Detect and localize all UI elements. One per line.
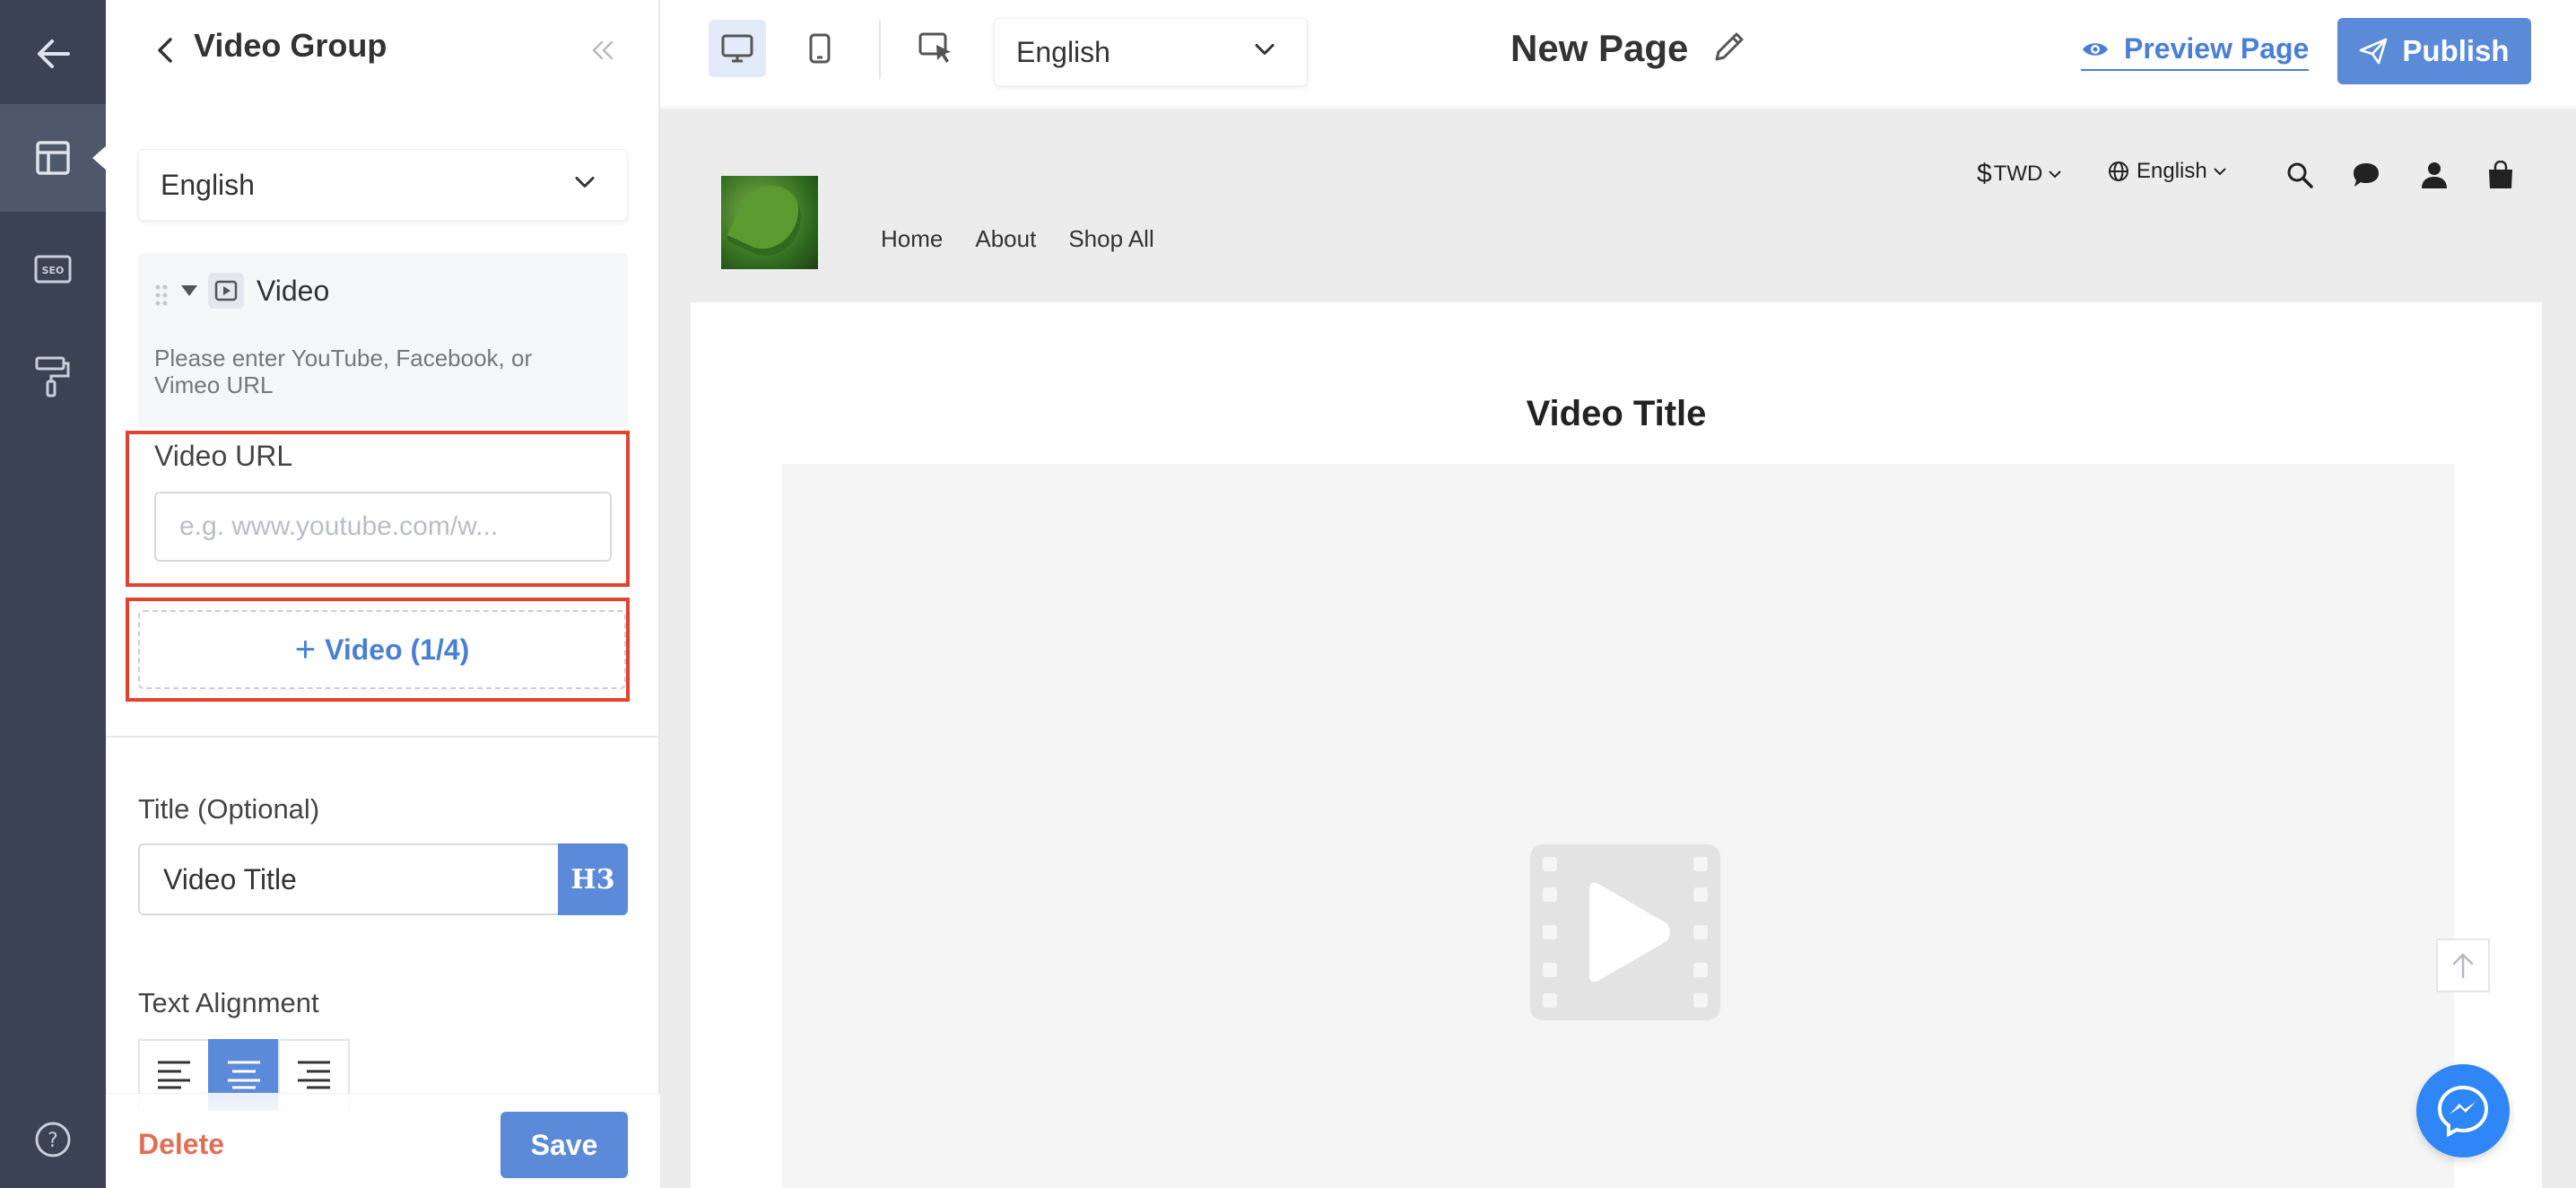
preview-page-link[interactable]: Preview Page bbox=[2081, 32, 2310, 71]
back-arrow-icon[interactable] bbox=[0, 0, 106, 108]
chevron-down-icon bbox=[575, 177, 595, 194]
sidebar-footer: Delete Save bbox=[106, 1093, 660, 1188]
chevron-down-icon bbox=[2049, 170, 2062, 179]
shopping-bag-icon[interactable] bbox=[2481, 155, 2520, 195]
site-language-select[interactable]: English bbox=[2108, 159, 2227, 184]
section-divider bbox=[106, 736, 660, 738]
topbar-language-select[interactable]: English bbox=[994, 18, 1308, 86]
editor-topbar: English New Page Preview Page Publish bbox=[660, 0, 2576, 108]
publish-label: Publish bbox=[2402, 34, 2510, 67]
chevron-down-icon bbox=[2214, 168, 2226, 176]
seo-icon-label: SEO bbox=[42, 265, 65, 276]
video-url-label: Video URL bbox=[154, 440, 293, 472]
search-icon[interactable] bbox=[2280, 155, 2319, 195]
help-icon[interactable]: ? bbox=[0, 1086, 106, 1188]
video-item: Video Please enter YouTube, Facebook, or… bbox=[138, 253, 628, 427]
caret-down-icon[interactable] bbox=[181, 285, 197, 296]
heading-level-button[interactable]: H3 bbox=[558, 843, 628, 915]
toolbar-separator bbox=[879, 20, 881, 79]
video-placeholder-icon bbox=[1530, 844, 1720, 1020]
site-logo[interactable] bbox=[721, 176, 818, 269]
title-input-value: Video Title bbox=[163, 862, 297, 895]
drag-handle-icon[interactable] bbox=[154, 284, 169, 311]
nav-home[interactable]: Home bbox=[881, 225, 943, 253]
text-alignment-label: Text Alignment bbox=[138, 987, 319, 1018]
add-video-label: Video (1/4) bbox=[325, 633, 470, 666]
currency-value: TWD bbox=[1993, 162, 2043, 186]
plus-icon: + bbox=[294, 630, 317, 669]
mobile-view-icon[interactable] bbox=[791, 20, 849, 77]
video-section-title: Video Title bbox=[1526, 394, 1707, 433]
align-center-icon bbox=[228, 1061, 260, 1089]
align-left-icon bbox=[158, 1061, 190, 1089]
video-item-label: Video bbox=[257, 275, 330, 307]
align-right-icon bbox=[298, 1061, 330, 1089]
currency-select[interactable]: $ TWD bbox=[1977, 159, 2062, 189]
layout-icon[interactable] bbox=[0, 104, 107, 212]
add-video-button[interactable]: + Video (1/4) bbox=[138, 610, 626, 689]
video-help-text: Please enter YouTube, Facebook, or Vimeo… bbox=[154, 345, 533, 398]
seo-icon[interactable]: SEO bbox=[0, 215, 106, 323]
delete-button[interactable]: Delete bbox=[138, 1128, 224, 1161]
user-icon[interactable] bbox=[2415, 155, 2454, 195]
title-input[interactable]: Video Title bbox=[138, 843, 558, 915]
collapse-panel-icon[interactable] bbox=[583, 31, 622, 70]
currency-symbol: $ bbox=[1977, 159, 1992, 188]
arrow-up-icon bbox=[2452, 953, 2474, 979]
left-rail: SEO ? bbox=[0, 0, 107, 1188]
site-language-value: English bbox=[2137, 159, 2207, 183]
pointer-select-icon[interactable] bbox=[908, 20, 965, 77]
video-file-icon bbox=[208, 273, 244, 309]
messenger-icon bbox=[2437, 1085, 2489, 1138]
preview-page-label: Preview Page bbox=[2124, 32, 2310, 65]
page-title: New Page bbox=[1510, 27, 1747, 70]
site-preview: Home About Shop All $ TWD English Video … bbox=[691, 109, 2542, 1188]
chat-icon[interactable] bbox=[2346, 155, 2386, 195]
site-nav: Home About Shop All bbox=[881, 225, 1154, 253]
topbar-language-value: English bbox=[1016, 35, 1110, 68]
video-placeholder[interactable] bbox=[782, 464, 2454, 1188]
site-header: Home About Shop All $ TWD English bbox=[691, 109, 2542, 302]
title-field-label: Title (Optional) bbox=[138, 793, 320, 825]
globe-icon bbox=[2109, 162, 2128, 181]
chevron-down-icon bbox=[1255, 44, 1275, 61]
save-button[interactable]: Save bbox=[500, 1112, 628, 1178]
video-url-placeholder: e.g. www.youtube.com/w... bbox=[179, 511, 499, 541]
panel-title: Video Group bbox=[194, 27, 387, 64]
scroll-to-top-button[interactable] bbox=[2436, 939, 2490, 992]
language-select[interactable]: English bbox=[138, 149, 628, 221]
video-url-input[interactable]: e.g. www.youtube.com/w... bbox=[154, 492, 612, 562]
paint-roller-icon[interactable] bbox=[0, 323, 106, 431]
eye-icon bbox=[2083, 42, 2108, 56]
chevron-left-icon[interactable] bbox=[145, 31, 185, 70]
send-icon bbox=[2360, 38, 2388, 65]
pencil-icon[interactable] bbox=[1711, 29, 1747, 65]
nav-shop-all[interactable]: Shop All bbox=[1068, 225, 1153, 253]
nav-about[interactable]: About bbox=[975, 225, 1036, 253]
messenger-chat-button[interactable] bbox=[2416, 1064, 2510, 1157]
desktop-view-icon[interactable] bbox=[709, 20, 766, 77]
page-title-text: New Page bbox=[1510, 27, 1689, 69]
language-select-value: English bbox=[161, 168, 255, 201]
publish-button[interactable]: Publish bbox=[2337, 18, 2531, 84]
page-canvas: Home About Shop All $ TWD English Video … bbox=[660, 109, 2576, 1188]
help-icon-label: ? bbox=[48, 1130, 58, 1152]
